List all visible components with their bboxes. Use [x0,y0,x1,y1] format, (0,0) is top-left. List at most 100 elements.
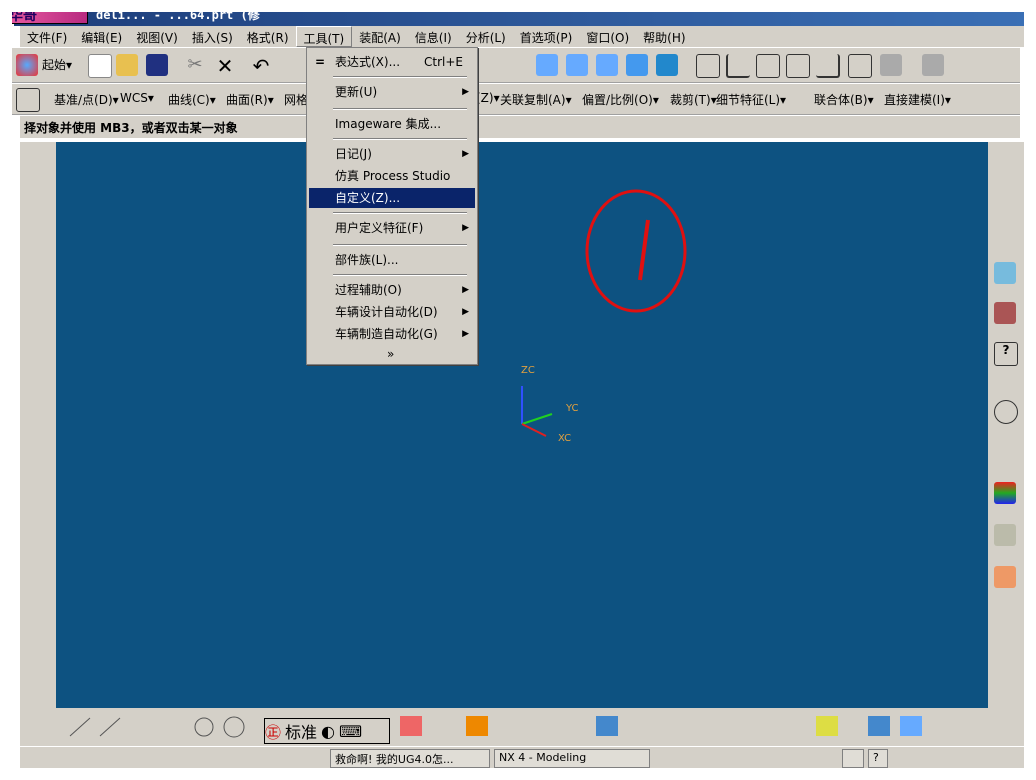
menu-item-label: 表达式(X)... [335,55,401,69]
arc-icon[interactable] [223,716,245,738]
menu-9[interactable]: 首选项(P) [513,26,580,47]
xc-label: XC [558,433,571,444]
standard-toolbar: 起始▾ ✂ ✕ ↶ [10,48,1020,83]
save-icon[interactable] [146,54,168,76]
toolbar-menu-7[interactable]: 偏置/比例(O)▾ [582,91,659,108]
surface-icon[interactable] [596,716,618,736]
undo-icon[interactable]: ↶ [250,54,272,78]
toolbar-menu-11[interactable]: 直接建模(I)▾ [884,91,951,108]
line-icon[interactable] [99,717,121,737]
start-button[interactable]: 起始▾ [42,56,72,73]
roles-icon[interactable] [994,566,1016,588]
toolbar-menu-6[interactable]: 关联复制(A)▾ [500,91,572,108]
menu-11[interactable]: 帮助(H) [636,26,692,47]
yc-label: YC [565,403,579,414]
extrude-icon[interactable] [816,716,838,736]
toolbar-menu-10[interactable]: 联合体(B)▾ [814,91,874,108]
submenu-arrow-icon: ▶ [462,329,469,339]
menu-6[interactable]: 装配(A) [352,26,408,47]
jog-icon[interactable] [816,54,840,78]
taskbar: 救命啊! 我的UG4.0怎... NX 4 - Modeling ? [20,746,1024,771]
line-icon[interactable] [69,717,91,737]
view-cube-icon[interactable] [900,716,922,736]
menu-5[interactable]: 工具(T) [295,26,353,47]
cut-icon[interactable]: ✂ [184,54,206,76]
curve-toolbar [20,708,1024,746]
bracket2-icon[interactable] [922,54,944,76]
delete-icon[interactable]: ✕ [214,54,236,78]
start-icon[interactable] [16,54,38,76]
tray-help-icon[interactable]: ? [868,749,888,768]
help-icon[interactable]: ? [994,342,1018,366]
menu-item-7[interactable]: 部件族(L)... [309,250,475,270]
menu-item-5[interactable]: 自定义(Z)... [309,188,475,208]
curve-tool-icons [69,716,922,738]
ruler-icon[interactable] [400,716,422,736]
toolbar-menu-8[interactable]: 裁剪(T)▾ [670,91,717,108]
bracket-icon[interactable] [880,54,902,76]
menu-item-10[interactable]: 车辆制造自动化(G) ▶ [309,324,475,344]
history-icon[interactable] [994,400,1018,424]
toolbar-menu-9[interactable]: 细节特征(L)▾ [716,91,786,108]
tray-ime-icon[interactable] [842,749,864,768]
menu-item-label: 车辆设计自动化(D) [335,305,438,319]
menu-7[interactable]: 信息(I) [408,26,459,47]
corner-icon[interactable] [756,54,780,78]
menu-item-0[interactable]: 表达式(X)... Ctrl+E = [309,52,475,72]
menu-3[interactable]: 插入(S) [185,26,240,47]
sheetmetal-icon[interactable] [696,54,720,78]
menu-4[interactable]: 格式(R) [240,26,296,47]
flange-icon[interactable] [726,54,750,78]
select-icon[interactable] [16,88,40,112]
menu-10[interactable]: 窗口(O) [579,26,636,47]
open-folder-icon[interactable] [116,54,138,76]
shaded-icon[interactable] [626,54,648,76]
toolbar-menu-1[interactable]: WCS▾ [120,91,154,105]
menu-1[interactable]: 编辑(E) [74,26,129,47]
palette-icon[interactable] [994,482,1016,504]
new-file-icon[interactable] [88,54,112,78]
menu-item-label: 日记(J) [335,147,372,161]
view-hidden-icon[interactable] [566,54,588,76]
ime-keyboard-icon[interactable]: ⌨ [339,722,362,741]
toolbar-menu-4[interactable]: 网格 [284,91,308,108]
menu-8[interactable]: 分析(L) [459,26,513,47]
menu-expand-button[interactable]: » [309,344,475,364]
taskbar-item[interactable]: 救命啊! 我的UG4.0怎... [330,749,490,768]
toolbar-menu-3[interactable]: 曲面(R)▾ [226,91,274,108]
tab-icon[interactable] [848,54,872,78]
menu-0[interactable]: 文件(F) [20,26,74,47]
annotation-mark [638,219,650,281]
toolbar-menu-0[interactable]: 基准/点(D)▾ [54,91,119,108]
circle-icon[interactable] [194,717,214,737]
ime-bar[interactable]: ㊣ 标准 ◐ ⌨ [264,718,390,744]
menu-item-4[interactable]: 仿真 Process Studio [309,166,475,186]
menu-item-9[interactable]: 车辆设计自动化(D) ▶ [309,302,475,322]
watermark-badge: 华哥 [4,4,88,24]
menu-item-6[interactable]: 用户定义特征(F) ▶ [309,218,475,238]
ime-moon-icon[interactable]: ◐ [321,722,335,741]
part-navigator-icon[interactable] [994,302,1016,324]
menu-item-3[interactable]: 日记(J) ▶ [309,144,475,164]
menu-item-label: Imageware 集成... [335,117,442,131]
toolbar-menu-2[interactable]: 曲线(C)▾ [168,91,216,108]
assembly-icon[interactable] [868,716,890,736]
ime-mode-label[interactable]: 标准 [285,719,317,743]
menu-item-2[interactable]: Imageware 集成... [309,114,475,134]
taskbar-item[interactable]: NX 4 - Modeling [494,749,650,768]
menu-item-1[interactable]: 更新(U) ▶ [309,82,475,102]
toolbar-menu-5[interactable]: (Z)▾ [476,91,500,105]
analysis-icon[interactable] [466,716,488,736]
shaded-edges-icon[interactable] [656,54,678,76]
assembly-navigator-icon[interactable] [994,262,1016,284]
menu-2[interactable]: 视图(V) [129,26,185,47]
view-wireframe-icon[interactable] [536,54,558,76]
graphics-viewport[interactable]: ZC YC XC [56,142,988,708]
menu-item-8[interactable]: 过程辅助(O) ▶ [309,280,475,300]
system-materials-icon[interactable] [994,524,1016,546]
submenu-arrow-icon: ▶ [462,307,469,317]
view-edges-icon[interactable] [596,54,618,76]
expression-icon: = [315,55,326,69]
menu-separator [333,108,467,110]
bend-icon[interactable] [786,54,810,78]
